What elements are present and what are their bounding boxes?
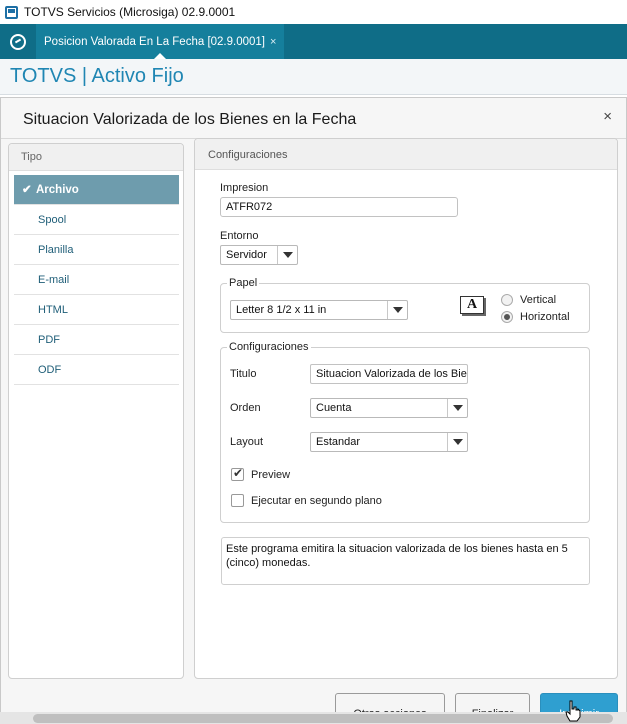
impresion-label: Impresion xyxy=(220,182,269,194)
papel-size-value: Letter 8 1/2 x 11 in xyxy=(236,304,327,316)
app-brand: TOTVS | Activo Fijo xyxy=(10,65,184,87)
window-title: TOTVS Servicios (Microsiga) 02.9.0001 xyxy=(24,5,236,19)
orden-select[interactable]: Cuenta xyxy=(310,398,468,418)
configuraciones-group: Configuraciones Titulo Situacion Valoriz… xyxy=(220,341,590,523)
tipo-item-spool[interactable]: Spool xyxy=(14,205,179,235)
tipo-item-pdf[interactable]: PDF xyxy=(14,325,179,355)
papel-group: Papel Letter 8 1/2 x 11 in A Vertical Ho… xyxy=(220,277,590,333)
impresion-field[interactable]: ATFR072 xyxy=(220,197,458,217)
dialog-close-icon[interactable]: × xyxy=(603,108,612,125)
entorno-select[interactable]: Servidor xyxy=(220,245,298,265)
tab-close-icon[interactable]: × xyxy=(270,36,276,48)
tipo-item-label: Spool xyxy=(38,214,67,226)
entorno-label: Entorno xyxy=(220,230,259,242)
chevron-down-icon xyxy=(447,399,467,417)
orden-value: Cuenta xyxy=(316,402,352,414)
segundo-plano-checkbox[interactable] xyxy=(231,494,244,507)
app-window-icon xyxy=(5,5,18,19)
tipo-item-email[interactable]: E-mail xyxy=(14,265,179,295)
tipo-item-label: ODF xyxy=(38,364,62,376)
app-header: TOTVS | Activo Fijo xyxy=(0,59,627,95)
horizontal-label: Horizontal xyxy=(520,311,570,323)
configuraciones-panel: Configuraciones Impresion ATFR072 Entorn… xyxy=(194,138,618,679)
entorno-value: Servidor xyxy=(226,249,267,261)
tab-label: Posicion Valorada En La Fecha [02.9.0001… xyxy=(44,35,265,48)
layout-select[interactable]: Estandar xyxy=(310,432,468,452)
tipo-item-label: HTML xyxy=(38,304,68,316)
chevron-down-icon xyxy=(387,301,407,319)
tipo-item-label: Planilla xyxy=(38,244,74,256)
papel-size-select[interactable]: Letter 8 1/2 x 11 in xyxy=(230,300,408,320)
tipo-item-planilla[interactable]: Planilla xyxy=(14,235,179,265)
tipo-list: ✔ Archivo Spool Planilla E-mail HTML PDF … xyxy=(14,175,179,385)
tipo-item-label: PDF xyxy=(38,334,60,346)
vertical-radio[interactable] xyxy=(501,294,513,306)
titulo-field[interactable]: Situacion Valorizada de los Bien xyxy=(310,364,468,384)
tipo-item-odf[interactable]: ODF xyxy=(14,355,179,385)
check-icon: ✔ xyxy=(22,184,32,196)
tipo-item-label: E-mail xyxy=(38,274,70,286)
tipo-panel: Tipo ✔ Archivo Spool Planilla E-mail HTML… xyxy=(8,143,184,679)
tipo-item-html[interactable]: HTML xyxy=(14,295,179,325)
tab-bar: Posicion Valorada En La Fecha [02.9.0001… xyxy=(0,24,627,59)
horizontal-radio[interactable] xyxy=(501,311,513,323)
home-icon xyxy=(10,33,26,50)
tipo-panel-header: Tipo xyxy=(9,144,183,171)
program-description: Este programa emitira la situacion valor… xyxy=(221,537,590,585)
chevron-down-icon xyxy=(277,246,297,264)
layout-value: Estandar xyxy=(316,436,361,448)
tipo-item-archivo[interactable]: ✔ Archivo xyxy=(14,175,179,205)
papel-legend: Papel xyxy=(227,277,260,289)
tab-posicion-valorada[interactable]: Posicion Valorada En La Fecha [02.9.0001… xyxy=(36,24,285,59)
titulo-label: Titulo xyxy=(230,368,257,380)
segundo-plano-label: Ejecutar en segundo plano xyxy=(251,495,382,507)
dialog-title: Situacion Valorizada de los Bienes en la… xyxy=(23,111,357,128)
window-titlebar: TOTVS Servicios (Microsiga) 02.9.0001 xyxy=(0,0,627,24)
home-button[interactable] xyxy=(0,24,36,59)
check-icon: ✔ xyxy=(233,466,244,480)
configuraciones-legend: Configuraciones xyxy=(227,341,311,353)
horizontal-scrollbar[interactable] xyxy=(0,712,627,724)
configuraciones-panel-header: Configuraciones xyxy=(195,139,617,170)
preview-label: Preview xyxy=(251,469,291,481)
print-dialog: Situacion Valorizada de los Bienes en la… xyxy=(0,97,627,724)
preview-checkbox[interactable]: ✔ xyxy=(231,466,244,481)
chevron-down-icon xyxy=(447,433,467,451)
layout-label: Layout xyxy=(230,436,264,448)
page-orientation-icon: A xyxy=(460,296,484,314)
orden-label: Orden xyxy=(230,402,261,414)
scrollbar-thumb[interactable] xyxy=(33,714,613,723)
tipo-item-label: Archivo xyxy=(36,184,79,196)
hand-cursor-icon xyxy=(565,700,581,722)
vertical-label: Vertical xyxy=(520,294,557,306)
